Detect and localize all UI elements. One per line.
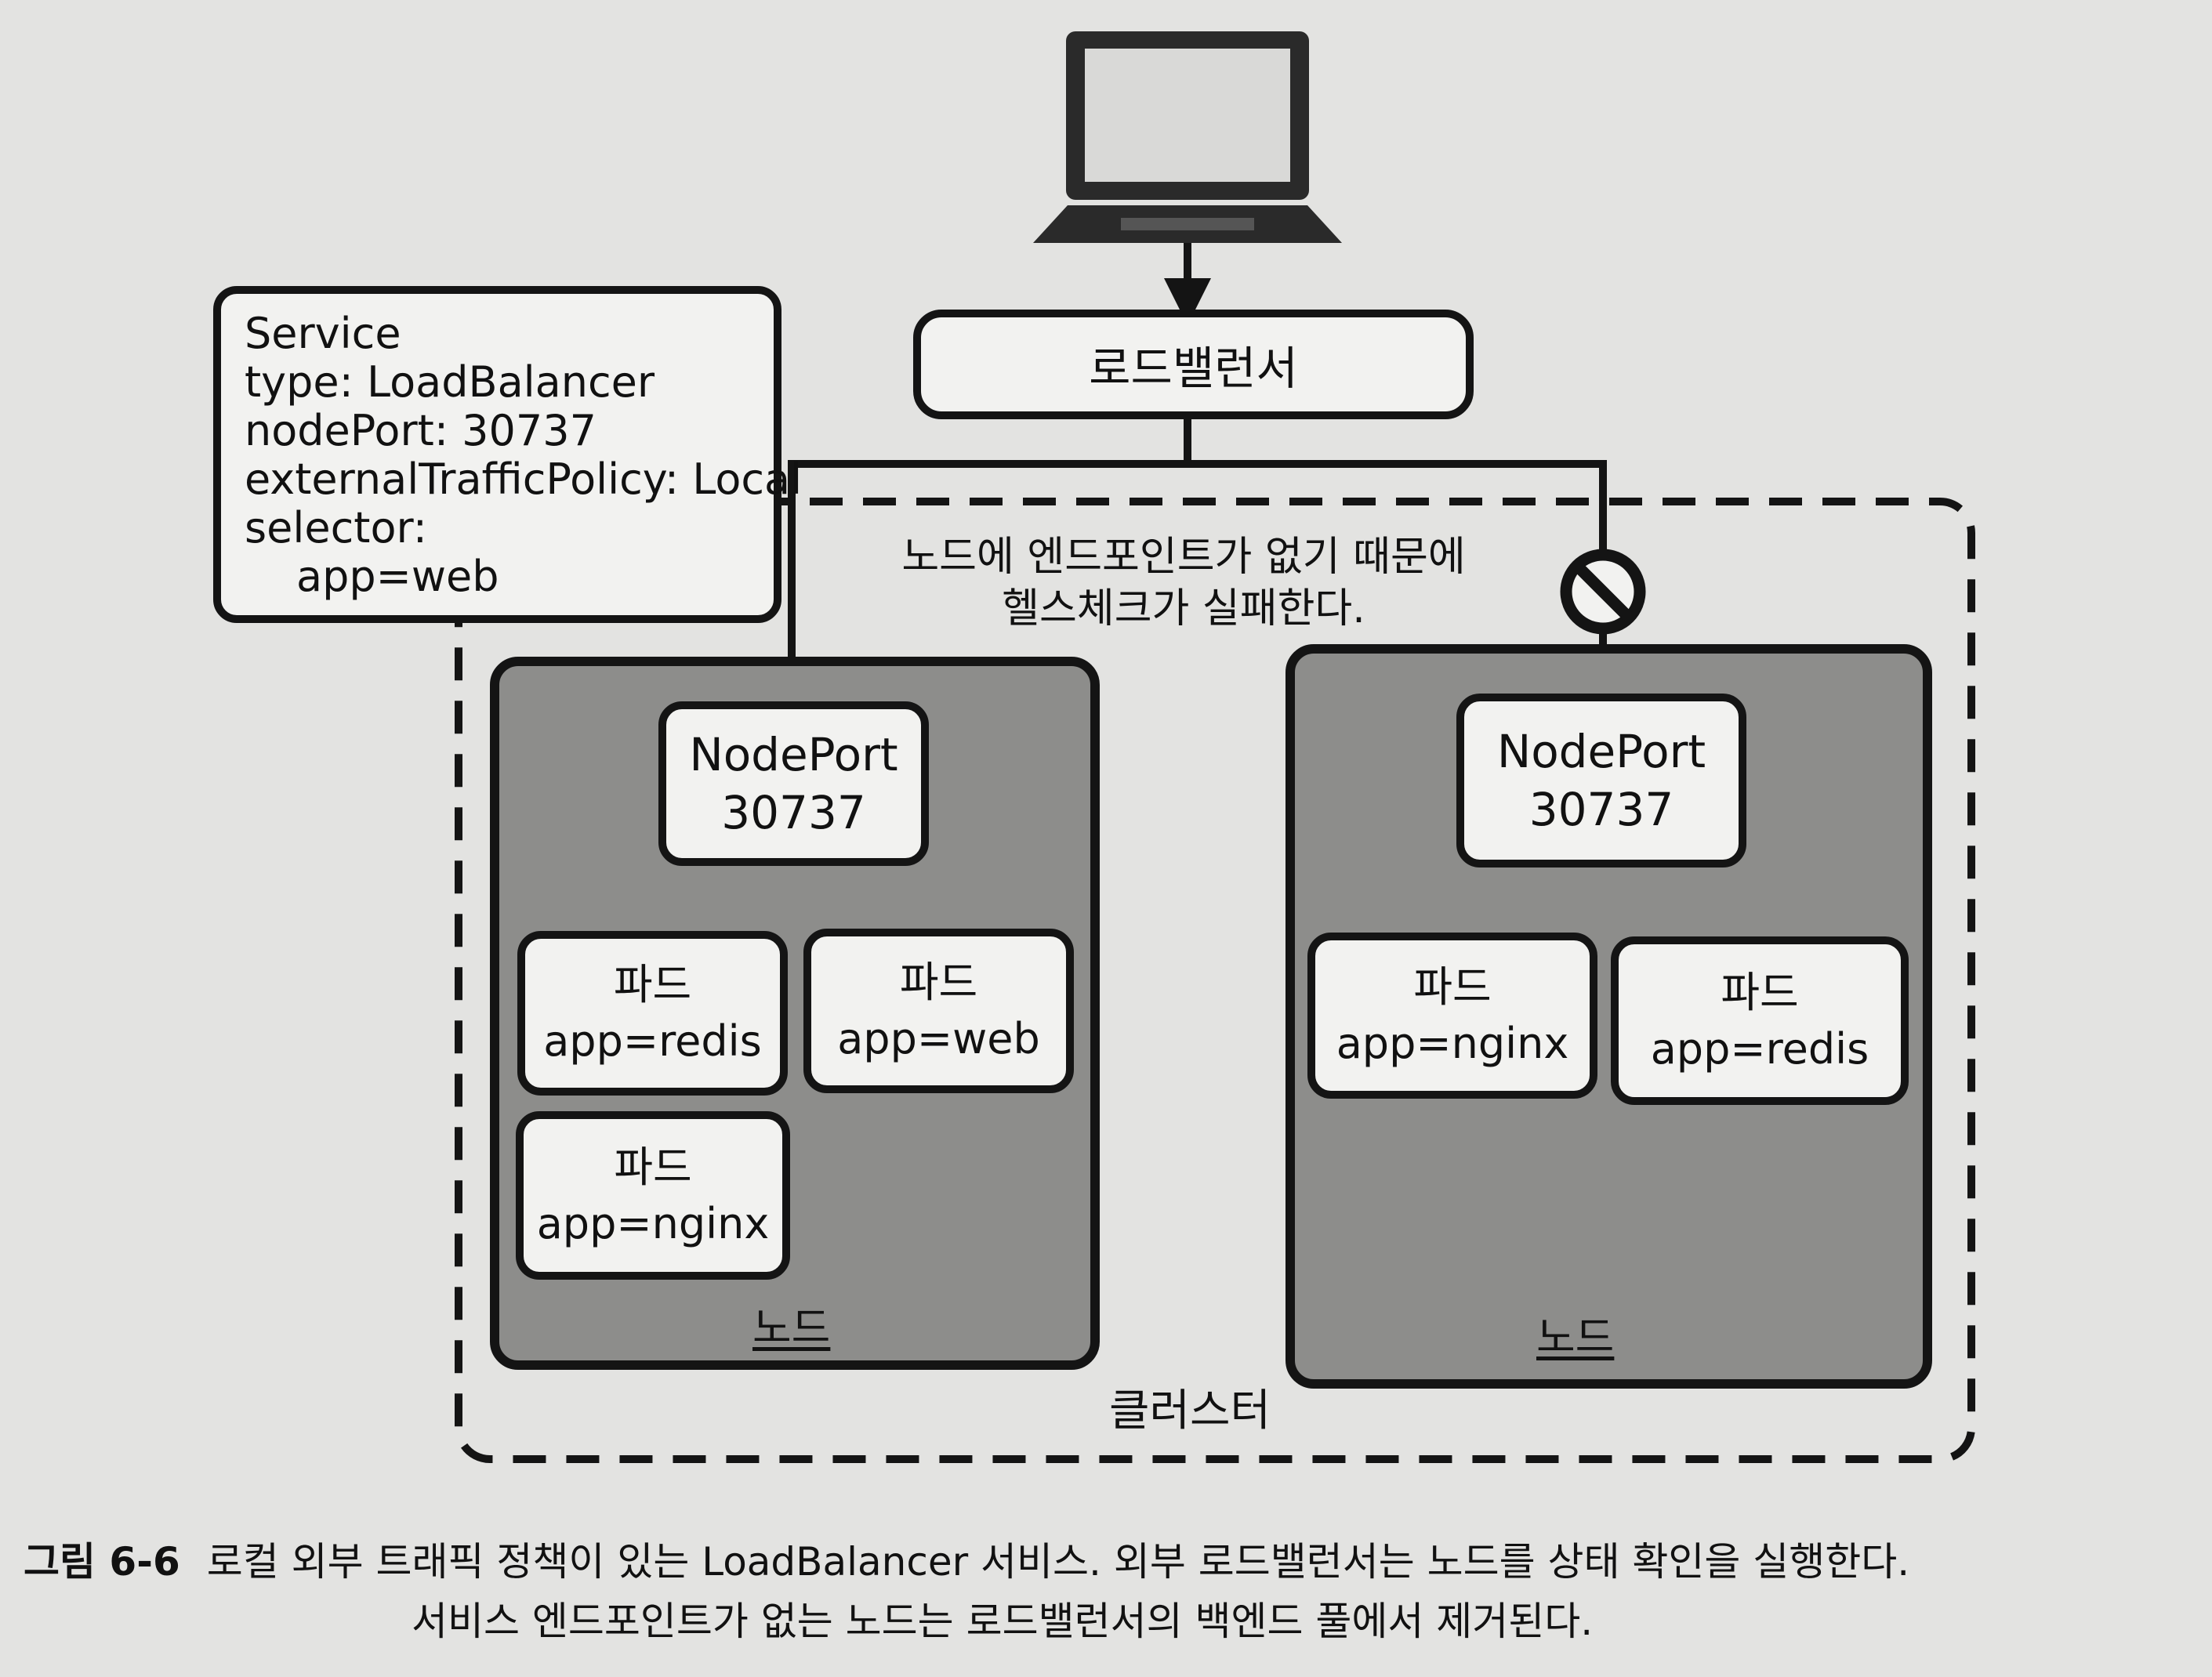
figure-number: 그림 6-6	[24, 1539, 180, 1585]
service-type: type: LoadBalancer	[245, 357, 655, 407]
nodeport-left-label: NodePort	[689, 728, 898, 781]
load-balancer-box: 로드밸런서	[913, 310, 1474, 419]
service-nodeport: nodePort: 30737	[245, 406, 597, 455]
pod-app-label: app=redis	[543, 1016, 762, 1066]
health-note-line1: 노드에 엔드포인트가 없기 때문에	[901, 534, 1466, 581]
no-entry-icon	[1560, 549, 1646, 635]
pod-app-label: app=redis	[1650, 1023, 1869, 1074]
pod-app-label: app=web	[837, 1014, 1040, 1063]
health-check-note: 노드에 엔드포인트가 없기 때문에 헬스체크가 실패한다.	[807, 531, 1560, 635]
nodeport-right: NodePort 30737	[1456, 694, 1746, 867]
laptop-icon	[1033, 31, 1342, 243]
figure-caption: 그림 6-6 로컬 외부 트래픽 정책이 있는 LoadBalancer 서비스.…	[24, 1532, 2203, 1651]
node-right-label: 노드	[1536, 1313, 1615, 1362]
pod-web-left: 파드 app=web	[803, 929, 1074, 1093]
pod-redis-right: 파드 app=redis	[1611, 936, 1909, 1105]
cluster-label: 클러스터	[1109, 1385, 1271, 1436]
nodeport-left-number: 30737	[721, 786, 866, 839]
service-selector: selector:	[245, 503, 427, 552]
service-definition-box: Service type: LoadBalancer nodePort: 307…	[213, 286, 803, 623]
service-selector-value: app=web	[296, 552, 499, 601]
pod-title: 파드	[613, 960, 692, 1009]
health-note-line2: 헬스체크가 실패한다.	[1002, 585, 1365, 632]
pod-nginx-right: 파드 app=nginx	[1307, 933, 1597, 1099]
service-traffic-policy: externalTrafficPolicy: Local	[245, 455, 803, 504]
pod-title: 파드	[614, 1142, 692, 1192]
pod-redis-left: 파드 app=redis	[517, 931, 788, 1096]
caption-line1: 로컬 외부 트래픽 정책이 있는 LoadBalancer 서비스. 외부 로드…	[206, 1539, 1910, 1585]
nodeport-left: NodePort 30737	[658, 701, 929, 866]
pod-title: 파드	[899, 958, 978, 1007]
service-title: Service	[245, 309, 401, 358]
caption-line2: 서비스 엔드포인트가 없는 노드는 로드밸런서의 백엔드 풀에서 제거된다.	[412, 1599, 1594, 1644]
nodeport-right-label: NodePort	[1496, 725, 1706, 778]
pod-title: 파드	[1721, 967, 1799, 1017]
node-left-label: 노드	[752, 1303, 831, 1353]
pod-app-label: app=nginx	[536, 1198, 770, 1248]
load-balancer-label: 로드밸런서	[1089, 342, 1298, 395]
pod-title: 파드	[1413, 962, 1492, 1012]
nodeport-right-number: 30737	[1528, 783, 1674, 836]
pod-nginx-left: 파드 app=nginx	[516, 1111, 790, 1280]
pod-app-label: app=nginx	[1336, 1019, 1569, 1068]
